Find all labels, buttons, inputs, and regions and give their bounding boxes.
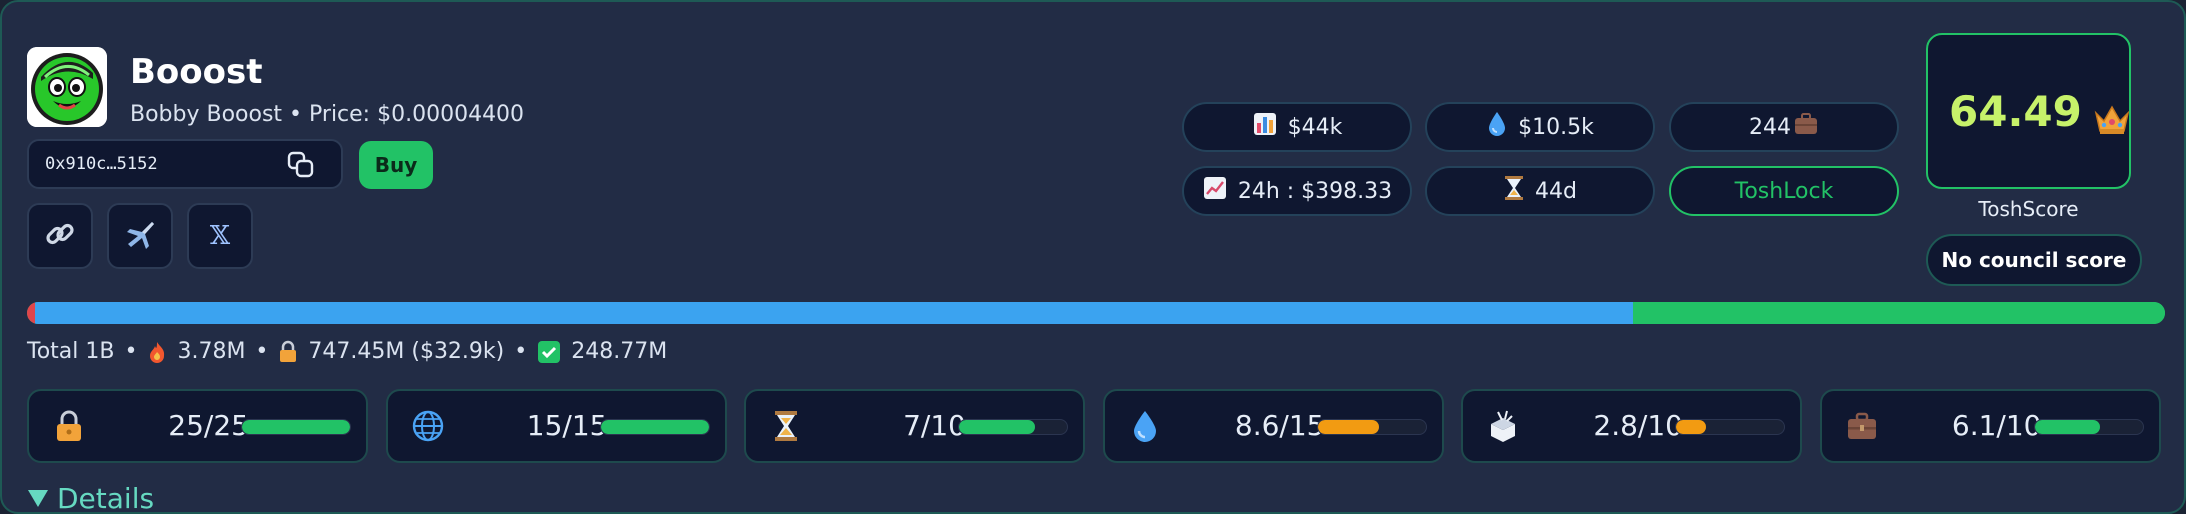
volume-pill: 24h : $398.33 [1182, 166, 1412, 216]
supply-summary: Total 1B • 3.78M • 747.45M ($32.9k) • 24… [27, 339, 668, 364]
locked-amount: 747.45M ($32.9k) [308, 339, 505, 364]
holders-pill: 244 [1669, 102, 1899, 152]
box-icon [1485, 408, 1521, 444]
metric-progress-fill [600, 420, 709, 434]
liquidity-pill: $10.5k [1425, 102, 1655, 152]
council-score-badge[interactable]: No council score [1926, 234, 2142, 286]
metric-score: 15/15 [526, 409, 608, 442]
telegram-button[interactable] [107, 203, 173, 269]
liquidity-value: $10.5k [1518, 114, 1594, 140]
metric-progress-bar [2033, 419, 2144, 435]
copy-icon[interactable] [285, 149, 317, 181]
fire-icon [147, 340, 167, 364]
metric-progress-fill [1676, 420, 1707, 434]
metric-score: 6.1/10 [1951, 409, 2042, 442]
contract-address-box: 0x910c…5152 [27, 139, 343, 189]
metric-card-globe[interactable]: 15/15 [385, 389, 727, 463]
droplet-icon [1127, 408, 1163, 444]
token-subtitle: Bobby Booost • Price: $0.00004400 [130, 102, 525, 127]
briefcase-icon [1844, 408, 1880, 444]
holders-value: 244 [1749, 114, 1791, 140]
metric-card-holders[interactable]: 6.1/10 [1819, 389, 2161, 463]
metric-progress-bar [1316, 419, 1427, 435]
toshscore-value: 64.49 [1949, 87, 2082, 136]
toshscore-box: 64.49 [1926, 33, 2131, 189]
contract-address[interactable]: 0x910c…5152 [45, 154, 158, 174]
triangle-down-icon [27, 482, 49, 512]
telegram-icon [122, 216, 158, 256]
hourglass-icon [768, 408, 804, 444]
crown-icon [2092, 101, 2132, 141]
metric-card-liquidity[interactable]: 8.6/15 [1102, 389, 1444, 463]
token-logo [27, 47, 107, 127]
check-icon [537, 340, 561, 364]
hourglass-icon [1503, 174, 1525, 208]
circulating-amount: 248.77M [571, 339, 668, 364]
metric-score: 8.6/15 [1234, 409, 1325, 442]
metric-progress-fill [242, 420, 350, 434]
details-toggle[interactable]: Details [27, 482, 155, 514]
metric-score: 25/25 [168, 409, 249, 442]
buy-button[interactable]: Buy [359, 141, 433, 189]
website-link-button[interactable] [27, 203, 93, 269]
supply-segment-burned [27, 302, 36, 324]
metric-card-age[interactable]: 7/10 [744, 389, 1085, 463]
x-icon: 𝕏 [209, 221, 231, 251]
token-card: Booost Bobby Booost • Price: $0.00004400… [0, 0, 2186, 514]
age-pill: 44d [1425, 166, 1655, 216]
total-supply: Total 1B [27, 339, 115, 364]
metric-progress-bar [599, 419, 710, 435]
metric-card-lock[interactable]: 25/25 [27, 389, 368, 463]
token-name: Booost [130, 52, 263, 92]
trend-up-icon [1202, 175, 1228, 207]
toshlock-label: ToshLock [1734, 178, 1834, 204]
volume-value: 24h : $398.33 [1237, 178, 1393, 204]
lock-icon [278, 340, 298, 364]
supply-segment-locked [35, 302, 1634, 324]
metric-score: 7/10 [903, 409, 966, 442]
metric-progress-bar [958, 419, 1068, 435]
toshlock-button[interactable]: ToshLock [1669, 166, 1899, 216]
supply-segment-circulating [1633, 302, 2165, 324]
droplet-icon [1486, 110, 1508, 144]
metric-card-distribution[interactable]: 2.8/10 [1461, 389, 1802, 463]
x-social-button[interactable]: 𝕏 [187, 203, 253, 269]
market-cap-pill: $44k [1182, 102, 1412, 152]
link-icon [43, 217, 77, 255]
supply-distribution-bar [27, 302, 2165, 324]
age-value: 44d [1535, 178, 1577, 204]
briefcase-icon [1793, 112, 1819, 142]
metric-score: 2.8/10 [1593, 409, 1683, 442]
lock-icon [51, 408, 87, 444]
burned-amount: 3.78M [177, 339, 246, 364]
toshscore-label: ToshScore [1978, 197, 2079, 221]
metric-progress-fill [1317, 420, 1380, 434]
chart-icon [1252, 111, 1278, 143]
metric-progress-bar [241, 419, 351, 435]
market-cap-value: $44k [1287, 114, 1343, 140]
council-score-label: No council score [1941, 248, 2127, 272]
metric-progress-fill [2034, 420, 2101, 434]
metric-progress-fill [959, 420, 1035, 434]
globe-icon [410, 408, 446, 444]
details-label: Details [57, 482, 155, 514]
metric-progress-bar [1675, 419, 1785, 435]
